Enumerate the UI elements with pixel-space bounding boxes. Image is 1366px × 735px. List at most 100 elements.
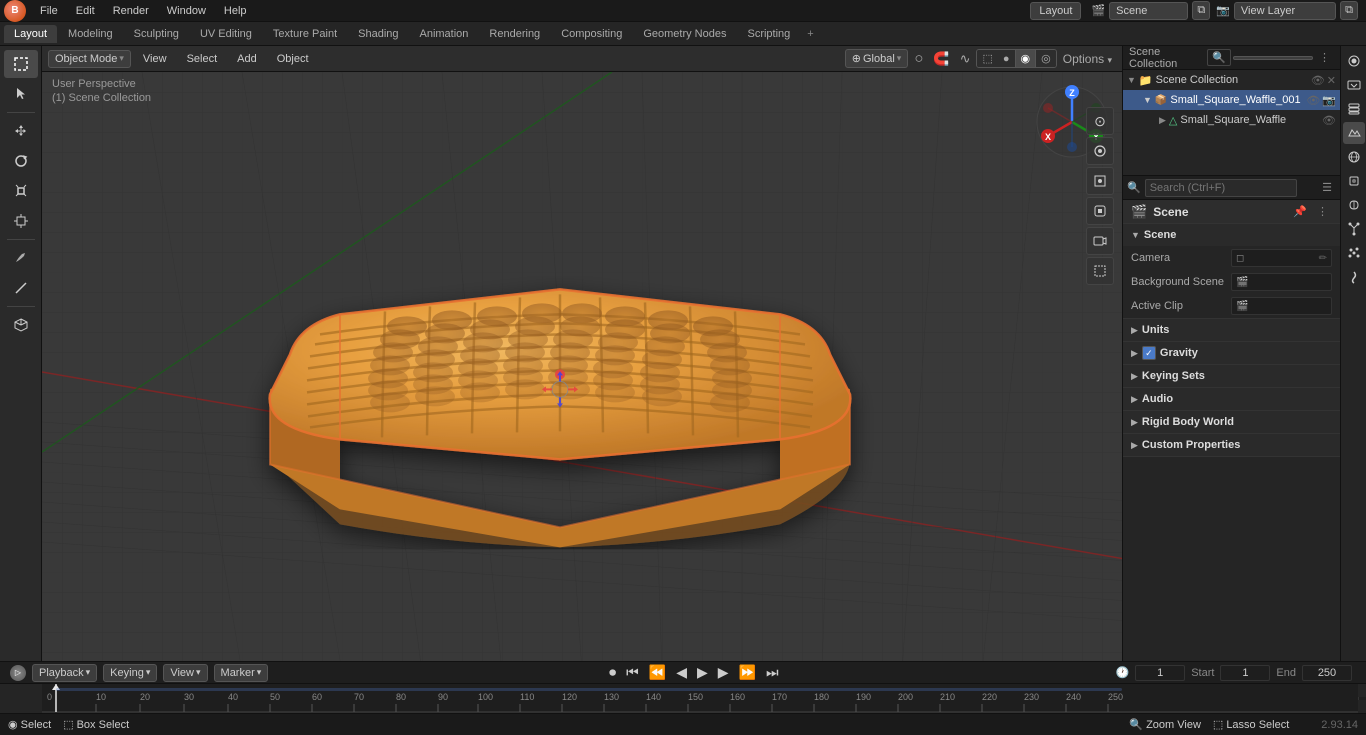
gravity-checkbox-wrapper[interactable]: ✓ Gravity [1142,346,1198,360]
add-workspace-tab[interactable]: + [801,26,819,42]
new-scene-btn[interactable]: ⧉ [1192,1,1210,20]
exclude-icon[interactable]: ✕ [1327,74,1336,87]
outliner-filter-icon[interactable]: ⋮ [1315,49,1334,66]
start-frame-input[interactable]: 1 [1220,665,1270,681]
tab-texture-paint[interactable]: Texture Paint [263,25,347,43]
scene-prop-pin[interactable]: 📌 [1289,203,1311,220]
tab-compositing[interactable]: Compositing [551,25,632,43]
prop-icon-output[interactable] [1343,74,1365,96]
current-frame-input[interactable]: 1 [1135,665,1185,681]
tab-geometry-nodes[interactable]: Geometry Nodes [633,25,736,43]
vp-transform-pivot[interactable] [1086,197,1114,225]
audio-section-header[interactable]: ▶ Audio [1123,388,1340,410]
restrict-render-icon[interactable]: 📷 [1322,94,1336,107]
options-btn[interactable]: Options ▾ [1059,50,1116,68]
tab-animation[interactable]: Animation [410,25,479,43]
vp-menu-select[interactable]: Select [179,51,226,67]
active-clip-field[interactable]: 🎬 [1231,297,1332,315]
prop-search-input[interactable] [1145,179,1297,197]
tab-uv-editing[interactable]: UV Editing [190,25,262,43]
viewport-canvas[interactable]: User Perspective (1) Scene Collection Z … [42,72,1122,661]
vp-camera-btn[interactable] [1086,227,1114,255]
outliner-item-scene-collection[interactable]: ▼ 📁 Scene Collection 👁 ✕ [1123,70,1340,90]
tool-annotate[interactable] [4,244,38,272]
gravity-checkbox[interactable]: ✓ [1142,346,1156,360]
camera-value-field[interactable]: ◻ ✏ [1231,249,1332,267]
tab-rendering[interactable]: Rendering [479,25,550,43]
timeline-numbers[interactable]: 0 10 20 30 40 50 60 70 80 90 1 [42,684,1358,713]
prop-icon-view-layer[interactable] [1343,98,1365,120]
prop-icon-modifiers[interactable] [1343,218,1365,240]
tool-transform[interactable] [4,207,38,235]
jump-start-btn[interactable]: ⏮ [623,664,642,681]
menu-file[interactable]: File [32,3,66,19]
shading-solid[interactable]: ● [998,51,1015,67]
proportional-edit-btn[interactable]: ○ [910,48,927,69]
restrict-viewport-icon[interactable]: 👁 [1306,94,1320,107]
timeline-editor-icon[interactable]: ▷ [10,665,26,681]
viewlayer-selector[interactable]: View Layer [1234,2,1336,20]
tab-modeling[interactable]: Modeling [58,25,123,43]
mode-selector[interactable]: Object Mode ▾ [48,50,131,68]
rigid-body-header[interactable]: ▶ Rigid Body World [1123,411,1340,433]
playback-dropdown[interactable]: Playback ▾ [32,664,97,682]
outliner-search[interactable] [1233,56,1313,60]
visibility-icon[interactable]: 👁 [1311,74,1325,87]
tab-layout[interactable]: Layout [4,25,57,43]
keying-dropdown[interactable]: Keying ▾ [103,664,157,682]
tool-measure[interactable] [4,274,38,302]
marker-dropdown[interactable]: Marker ▾ [214,664,269,682]
vp-overlay-btn[interactable] [1086,137,1114,165]
prop-icon-scene[interactable] [1343,122,1365,144]
keying-sets-header[interactable]: ▶ Keying Sets [1123,365,1340,387]
tool-scale[interactable] [4,177,38,205]
vp-menu-object[interactable]: Object [269,51,317,67]
tool-move[interactable] [4,117,38,145]
units-section-header[interactable]: ▶ Units [1123,319,1340,341]
transform-selector[interactable]: ⊕ Global ▾ [845,49,909,68]
scene-selector[interactable]: Scene [1109,2,1188,20]
prop-panel-options[interactable]: ☰ [1318,179,1336,196]
jump-end-btn[interactable]: ⏭ [763,664,782,681]
tool-select[interactable] [4,50,38,78]
timeline-ruler-bar[interactable]: 0 10 20 30 40 50 60 70 80 90 1 [0,683,1366,713]
menu-edit[interactable]: Edit [68,3,103,19]
next-frame-btn[interactable]: ▶ [715,664,732,681]
end-frame-input[interactable]: 250 [1302,665,1352,681]
shading-looksdev[interactable]: ◉ [1015,50,1037,67]
outliner-item-waffle-mesh[interactable]: ▶ △ Small_Square_Waffle 👁 [1123,110,1340,130]
tab-shading[interactable]: Shading [348,25,408,43]
tool-add-cube[interactable] [4,311,38,339]
custom-props-header[interactable]: ▶ Custom Properties [1123,434,1340,456]
proportional-connected[interactable]: ∿ [956,49,975,69]
prop-icon-object[interactable] [1343,170,1365,192]
new-viewlayer-btn[interactable]: ⧉ [1340,1,1358,20]
prop-icon-physics[interactable] [1343,266,1365,288]
gravity-section-header[interactable]: ▶ ✓ Gravity [1123,342,1340,364]
prev-frame-btn[interactable]: ◀ [673,664,690,681]
prop-icon-render[interactable] [1343,50,1365,72]
menu-window[interactable]: Window [159,3,214,19]
prop-icon-particles[interactable] [1343,242,1365,264]
vp-gizmo-btn[interactable]: ⊙ [1086,107,1114,135]
scene-prop-expand[interactable]: ⋮ [1313,203,1332,220]
record-btn[interactable]: ⏺ [606,664,619,681]
play-btn[interactable]: ▶ [694,664,711,681]
menu-render[interactable]: Render [105,3,157,19]
blender-logo[interactable]: B [4,0,26,22]
prop-icon-world[interactable] [1343,146,1365,168]
timeline-scrollbar[interactable] [1358,697,1366,699]
waffle-3d-object[interactable] [210,169,910,549]
vp-menu-add[interactable]: Add [229,51,265,67]
vp-render-btn[interactable] [1086,257,1114,285]
next-keyframe-btn[interactable]: ⏩ [736,664,759,681]
snap-toggle[interactable]: 🧲 [929,49,953,69]
menu-help[interactable]: Help [216,3,255,19]
tab-scripting[interactable]: Scripting [737,25,800,43]
tab-sculpting[interactable]: Sculpting [124,25,189,43]
shading-rendered[interactable]: ◎ [1036,50,1056,67]
prop-icon-constraints[interactable] [1343,194,1365,216]
tool-cursor[interactable] [4,80,38,108]
vp-menu-view[interactable]: View [135,51,175,67]
viewport[interactable]: Object Mode ▾ View Select Add Object ⊕ G… [42,46,1122,661]
